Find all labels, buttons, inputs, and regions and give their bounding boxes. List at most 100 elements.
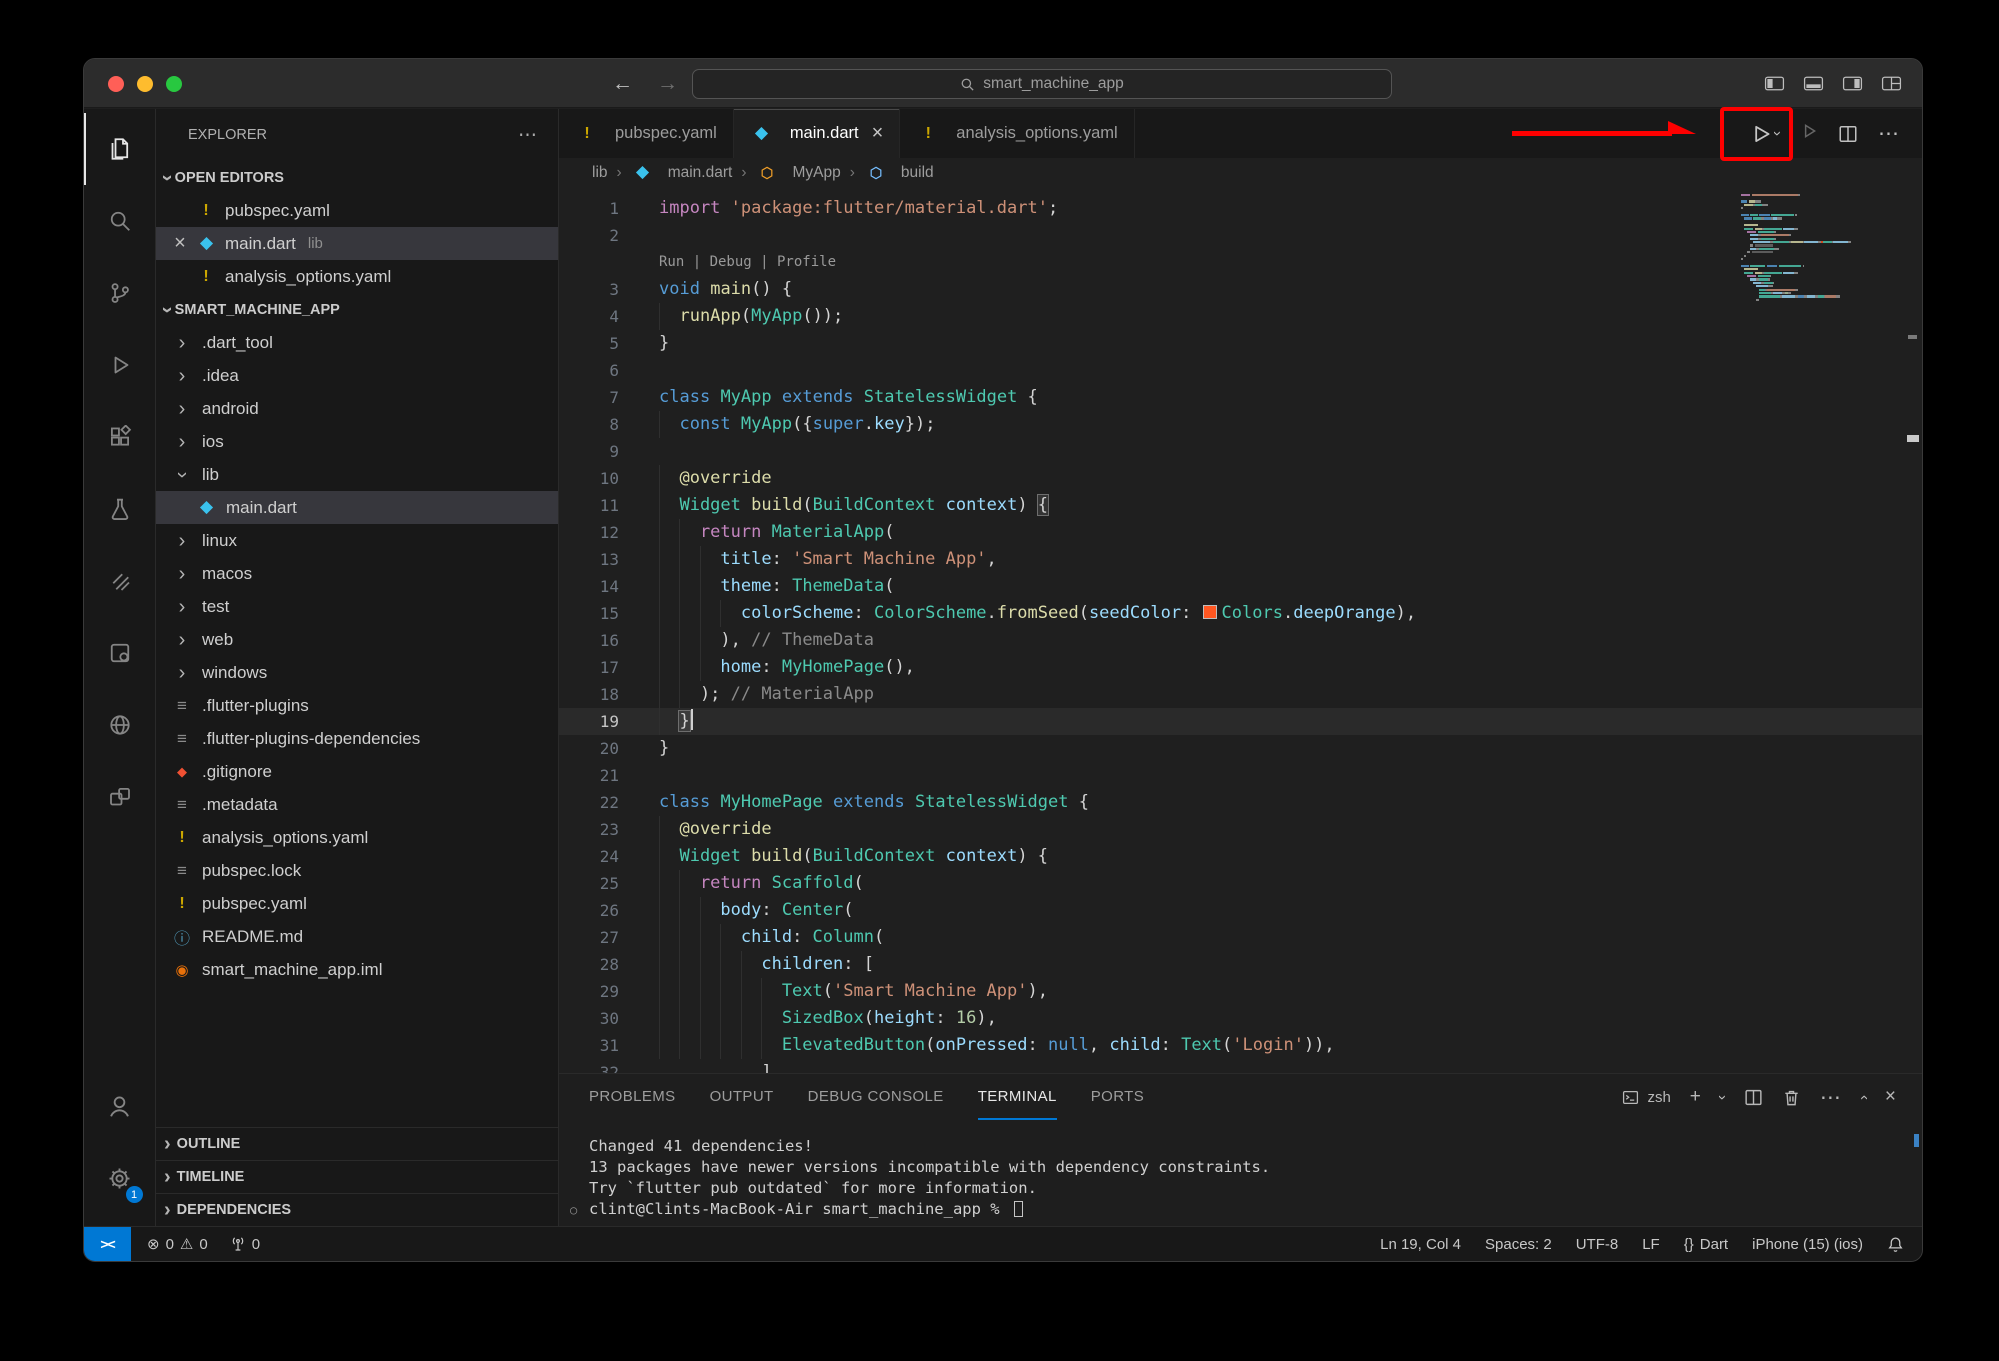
kill-terminal-trash-icon[interactable] <box>1782 1088 1801 1107</box>
line-number[interactable]: 5 <box>559 330 659 357</box>
remote-indicator[interactable]: >< <box>84 1227 131 1261</box>
tree-item-ios[interactable]: ›ios <box>156 425 558 458</box>
activity-run-debug[interactable] <box>84 329 156 401</box>
line-number[interactable]: 27 <box>559 924 659 951</box>
device-selector-status[interactable]: iPhone (15) (ios) <box>1752 1236 1863 1253</box>
code-line[interactable]: 3void main() { <box>559 276 1922 303</box>
code-line[interactable]: 26body: Center( <box>559 897 1922 924</box>
breadcrumb-item-build[interactable]: build <box>864 164 934 182</box>
titlebar[interactable]: ← → smart_machine_app <box>84 59 1922 108</box>
terminal-dropdown-icon[interactable]: › <box>1714 1095 1731 1100</box>
toggle-secondary-sidebar-icon[interactable] <box>1842 75 1863 92</box>
panel-tab-debug-console[interactable]: DEBUG CONSOLE <box>808 1074 944 1120</box>
close-panel-icon[interactable]: × <box>1885 1086 1896 1108</box>
tree-item-metadata[interactable]: ≡.metadata <box>156 788 558 821</box>
code-line[interactable]: 17home: MyHomePage(), <box>559 654 1922 681</box>
panel-tab-terminal[interactable]: TERMINAL <box>978 1074 1057 1120</box>
tree-item-macos[interactable]: ›macos <box>156 557 558 590</box>
code-line[interactable]: 15colorScheme: ColorScheme.fromSeed(seed… <box>559 600 1922 627</box>
split-editor-icon[interactable] <box>1838 124 1858 144</box>
run-overflow-icon[interactable] <box>1800 122 1818 145</box>
tree-item-analysis-options-yaml[interactable]: !analysis_options.yaml <box>156 821 558 854</box>
cursor-position-status[interactable]: Ln 19, Col 4 <box>1380 1236 1461 1253</box>
notifications-bell-icon[interactable] <box>1887 1236 1904 1253</box>
line-number[interactable]: 9 <box>559 438 659 465</box>
activity-devtools[interactable] <box>84 617 156 689</box>
code-line[interactable]: 32 ], <box>559 1059 1922 1073</box>
tree-item-test[interactable]: ›test <box>156 590 558 623</box>
problems-status[interactable]: ⊗ 0 ⚠ 0 <box>147 1235 208 1253</box>
line-number[interactable]: 22 <box>559 789 659 816</box>
line-number[interactable]: 21 <box>559 762 659 789</box>
project-section-header[interactable]: › SMART_MACHINE_APP <box>156 293 558 326</box>
tree-item-android[interactable]: ›android <box>156 392 558 425</box>
code-line[interactable]: 27child: Column( <box>559 924 1922 951</box>
code-line[interactable]: 14theme: ThemeData( <box>559 573 1922 600</box>
code-line[interactable]: 23@override <box>559 816 1922 843</box>
activity-explorer[interactable] <box>84 113 156 185</box>
terminal-prompt-line[interactable]: ○clint@Clints-MacBook-Air smart_machine_… <box>589 1199 1922 1220</box>
line-number[interactable]: 15 <box>559 600 659 627</box>
panel-tab-ports[interactable]: PORTS <box>1091 1074 1144 1120</box>
settings-button[interactable]: 1 <box>84 1142 156 1214</box>
close-tab-icon[interactable]: × <box>872 122 884 145</box>
line-number[interactable]: 12 <box>559 519 659 546</box>
code-line[interactable]: 13title: 'Smart Machine App', <box>559 546 1922 573</box>
tree-item-lib[interactable]: ›lib <box>156 458 558 491</box>
maximize-panel-icon[interactable]: › <box>1855 1095 1872 1100</box>
activity-testing[interactable] <box>84 473 156 545</box>
line-number[interactable]: 24 <box>559 843 659 870</box>
line-number[interactable]: 25 <box>559 870 659 897</box>
line-number[interactable]: 19 <box>559 708 659 735</box>
code-line[interactable]: 29Text('Smart Machine App'), <box>559 978 1922 1005</box>
indentation-status[interactable]: Spaces: 2 <box>1485 1236 1552 1253</box>
line-number[interactable]: 1 <box>559 195 659 222</box>
navigate-forward-icon[interactable]: → <box>657 72 678 96</box>
line-number[interactable]: 18 <box>559 681 659 708</box>
line-number[interactable]: 26 <box>559 897 659 924</box>
panel-tab-output[interactable]: OUTPUT <box>710 1074 774 1120</box>
navigate-back-icon[interactable]: ← <box>612 72 633 96</box>
tree-item-flutter-plugins-dependencies[interactable]: ≡.flutter-plugins-dependencies <box>156 722 558 755</box>
tree-item-readme-md[interactable]: ⓘREADME.md <box>156 920 558 953</box>
encoding-status[interactable]: UTF-8 <box>1576 1236 1619 1253</box>
activity-source-control[interactable] <box>84 257 156 329</box>
explorer-more-actions-icon[interactable]: ⋯ <box>518 124 538 147</box>
code-line[interactable]: 6 <box>559 357 1922 384</box>
breadcrumb-item-main-dart[interactable]: main.dart <box>631 164 733 182</box>
tree-item-web[interactable]: ›web <box>156 623 558 656</box>
line-number[interactable]: 30 <box>559 1005 659 1032</box>
editor-tab-analysis-options-yaml[interactable]: !analysis_options.yaml <box>900 109 1134 158</box>
zoom-window-button[interactable] <box>166 76 182 92</box>
line-number[interactable]: 3 <box>559 276 659 303</box>
command-decoration-icon[interactable]: ○ <box>570 1200 577 1221</box>
activity-live-preview[interactable] <box>84 689 156 761</box>
activity-search[interactable] <box>84 185 156 257</box>
line-number[interactable]: 17 <box>559 654 659 681</box>
line-number[interactable]: 4 <box>559 303 659 330</box>
breadcrumb-item-lib[interactable]: lib <box>592 164 608 182</box>
open-editors-header[interactable]: › OPEN EDITORS <box>156 161 558 194</box>
open-editor-main-dart[interactable]: ×main.dartlib <box>156 227 558 260</box>
activity-extensions[interactable] <box>84 401 156 473</box>
ports-status[interactable]: 0 <box>230 1236 260 1253</box>
panel-more-actions-icon[interactable]: ⋯ <box>1820 1085 1842 1110</box>
line-number[interactable]: 8 <box>559 411 659 438</box>
section-outline[interactable]: ›OUTLINE <box>156 1127 558 1160</box>
language-status[interactable]: {} Dart <box>1684 1236 1728 1253</box>
line-number[interactable]: 16 <box>559 627 659 654</box>
code-line[interactable]: 8const MyApp({super.key}); <box>559 411 1922 438</box>
line-number[interactable]: 13 <box>559 546 659 573</box>
editor-tab-pubspec-yaml[interactable]: !pubspec.yaml <box>559 109 734 158</box>
activity-remote-explorer[interactable] <box>84 761 156 833</box>
close-window-button[interactable] <box>108 76 124 92</box>
code-line[interactable]: 21 <box>559 762 1922 789</box>
code-line[interactable]: 12return MaterialApp( <box>559 519 1922 546</box>
editor-tab-main-dart[interactable]: main.dart× <box>734 109 900 158</box>
panel-tab-problems[interactable]: PROBLEMS <box>589 1074 676 1120</box>
code-line[interactable]: 28children: [ <box>559 951 1922 978</box>
code-line[interactable]: 4runApp(MyApp()); <box>559 303 1922 330</box>
code-line[interactable]: 11Widget build(BuildContext context) { <box>559 492 1922 519</box>
line-number[interactable]: 7 <box>559 384 659 411</box>
tree-item-pubspec-lock[interactable]: ≡pubspec.lock <box>156 854 558 887</box>
